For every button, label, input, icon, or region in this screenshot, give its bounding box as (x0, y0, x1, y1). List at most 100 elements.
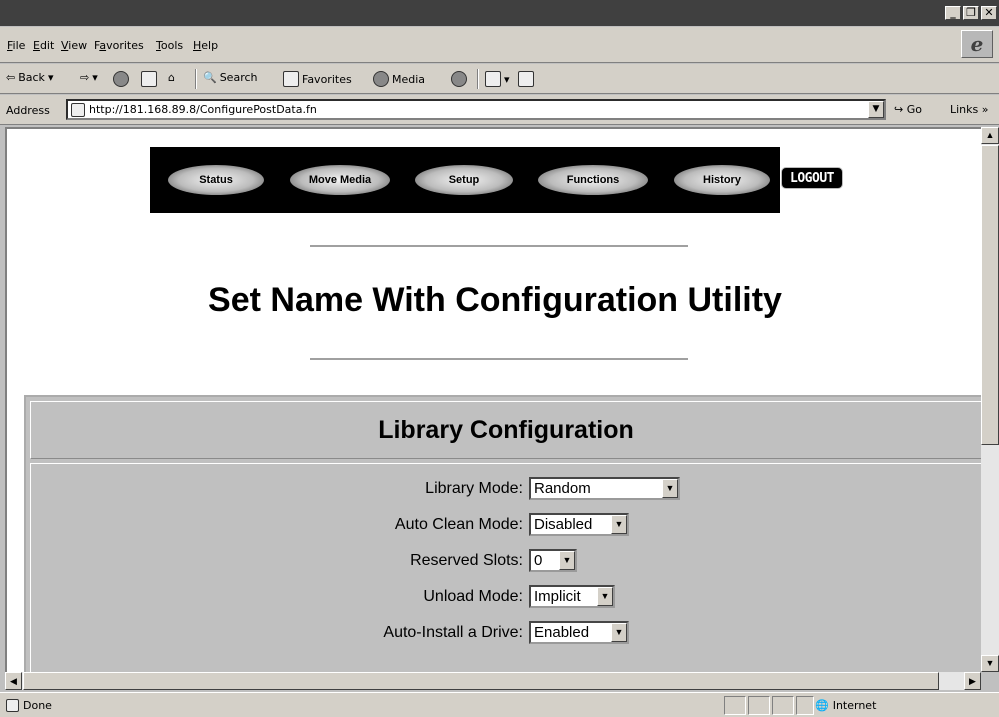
nav-setup-button[interactable]: Setup (415, 165, 513, 195)
stop-button[interactable] (113, 71, 129, 87)
logout-button[interactable]: LOGOUT (781, 167, 843, 189)
form-row-unload-mode: Unload Mode: Implicit ▼ (31, 582, 981, 612)
unload-mode-select[interactable]: Implicit ▼ (529, 585, 615, 608)
refresh-button[interactable] (141, 71, 157, 87)
nav-status-button[interactable]: Status (168, 165, 264, 195)
chevron-right-icon: » (981, 103, 989, 116)
chevron-down-icon: ▼ (559, 551, 575, 570)
menu-tools[interactable]: Tools (156, 39, 183, 52)
status-panel (724, 696, 746, 715)
mail-icon (485, 71, 501, 87)
home-icon: ⌂ (168, 71, 175, 84)
library-mode-select[interactable]: Random ▼ (529, 477, 680, 500)
chevron-down-icon: ▼ (611, 623, 627, 642)
security-zone: 🌐 Internet (815, 699, 877, 712)
toolbar-separator (477, 69, 479, 89)
library-configuration-panel: Library Configuration Library Mode: Rand… (24, 395, 981, 672)
restore-button[interactable]: ❐ (963, 6, 979, 20)
search-button[interactable]: 🔍 Search (203, 71, 258, 84)
go-button[interactable]: ↪ Go (894, 103, 922, 116)
menu-favorites[interactable]: Favorites (94, 39, 144, 52)
toolbar-separator (195, 69, 197, 89)
page-icon (6, 699, 19, 712)
status-bar: Done 🌐 Internet (0, 692, 999, 717)
close-button[interactable]: ✕ (981, 6, 997, 20)
forward-arrow-icon: ⇨ (80, 71, 90, 84)
address-label: Address (6, 104, 50, 117)
search-icon: 🔍 (203, 71, 217, 84)
divider (310, 358, 688, 360)
address-dropdown-button[interactable]: ▼ (868, 101, 884, 118)
menu-bar: File Edit View Favorites Tools Help e (0, 27, 999, 63)
scroll-right-button[interactable]: ▶ (964, 672, 981, 690)
ie-logo-icon: e (961, 30, 993, 58)
chevron-down-icon: ▼ (662, 479, 678, 498)
vertical-scrollbar[interactable]: ▲ ▼ (981, 127, 999, 672)
history-button[interactable] (451, 71, 467, 87)
horizontal-scrollbar[interactable]: ◀ ▶ (5, 672, 981, 690)
auto-install-drive-label: Auto-Install a Drive: (383, 624, 523, 641)
nav-functions-button[interactable]: Functions (538, 165, 648, 195)
chevron-down-icon: ▼ (611, 515, 627, 534)
window-title-bar: _ ❐ ✕ (0, 0, 999, 26)
nav-move-media-button[interactable]: Move Media (290, 165, 390, 195)
scroll-up-button[interactable]: ▲ (981, 127, 999, 144)
globe-icon: 🌐 (815, 699, 829, 712)
status-panel (796, 696, 814, 715)
divider (310, 245, 688, 247)
dropdown-arrow-icon: ▾ (47, 71, 54, 84)
media-icon (373, 71, 389, 87)
dropdown-arrow-icon: ▾ (92, 71, 98, 84)
forward-button[interactable]: ⇨ ▾ (80, 71, 98, 84)
status-message: Done (6, 699, 52, 712)
history-icon (451, 71, 467, 87)
library-mode-label: Library Mode: (425, 480, 523, 497)
menu-edit[interactable]: Edit (33, 39, 54, 52)
status-panel (772, 696, 794, 715)
print-button[interactable] (518, 71, 534, 87)
window-controls: _ ❐ ✕ (945, 6, 997, 20)
page-title: Set Name With Configuration Utility (208, 281, 782, 319)
favorites-icon (283, 71, 299, 87)
dropdown-arrow-icon: ▾ (504, 72, 510, 86)
standard-toolbar: ⇦ Back ▾ ⇨ ▾ ⌂ 🔍 Search Favorites Media … (0, 64, 999, 94)
scroll-left-button[interactable]: ◀ (5, 672, 22, 690)
nav-history-button[interactable]: History (674, 165, 770, 195)
home-button[interactable]: ⌂ (168, 71, 175, 84)
auto-clean-mode-select[interactable]: Disabled ▼ (529, 513, 629, 536)
reserved-slots-label: Reserved Slots: (410, 552, 523, 569)
menu-file[interactable]: File (7, 39, 25, 52)
form-row-auto-clean-mode: Auto Clean Mode: Disabled ▼ (31, 510, 981, 540)
back-button[interactable]: ⇦ Back ▾ (6, 71, 53, 84)
config-form: Library Mode: Random ▼ Auto Clean Mode: … (30, 463, 981, 672)
menu-view[interactable]: View (61, 39, 87, 52)
status-panel (748, 696, 770, 715)
mail-button[interactable]: ▾ (485, 71, 510, 87)
form-row-auto-install-drive: Auto-Install a Drive: Enabled ▼ (31, 618, 981, 648)
back-arrow-icon: ⇦ (6, 71, 16, 84)
print-icon (518, 71, 534, 87)
auto-install-drive-select[interactable]: Enabled ▼ (529, 621, 629, 644)
chevron-down-icon: ▼ (597, 587, 613, 606)
links-button[interactable]: Links » (950, 103, 989, 116)
refresh-icon (141, 71, 157, 87)
address-bar: Address http://181.168.89.8/ConfigurePos… (0, 95, 999, 125)
address-url: http://181.168.89.8/ConfigurePostData.fn (89, 103, 317, 116)
favorites-button[interactable]: Favorites (283, 71, 352, 87)
unload-mode-label: Unload Mode: (423, 588, 523, 605)
reserved-slots-select[interactable]: 0 ▼ (529, 549, 577, 572)
vertical-scroll-thumb[interactable] (981, 145, 999, 445)
form-row-reserved-slots: Reserved Slots: 0 ▼ (31, 546, 981, 576)
minimize-button[interactable]: _ (945, 6, 961, 20)
nav-bar: Status Move Media Setup Functions Histor… (150, 147, 843, 213)
page-viewport: Status Move Media Setup Functions Histor… (5, 127, 981, 672)
address-input[interactable]: http://181.168.89.8/ConfigurePostData.fn… (66, 99, 886, 120)
media-button[interactable]: Media (373, 71, 425, 87)
page-icon (71, 102, 85, 117)
panel-heading: Library Configuration (30, 401, 981, 459)
menu-help[interactable]: Help (193, 39, 218, 52)
horizontal-scroll-thumb[interactable] (23, 672, 939, 690)
form-row-library-mode: Library Mode: Random ▼ (31, 474, 981, 504)
scroll-down-button[interactable]: ▼ (981, 655, 999, 672)
auto-clean-mode-label: Auto Clean Mode: (394, 516, 523, 533)
